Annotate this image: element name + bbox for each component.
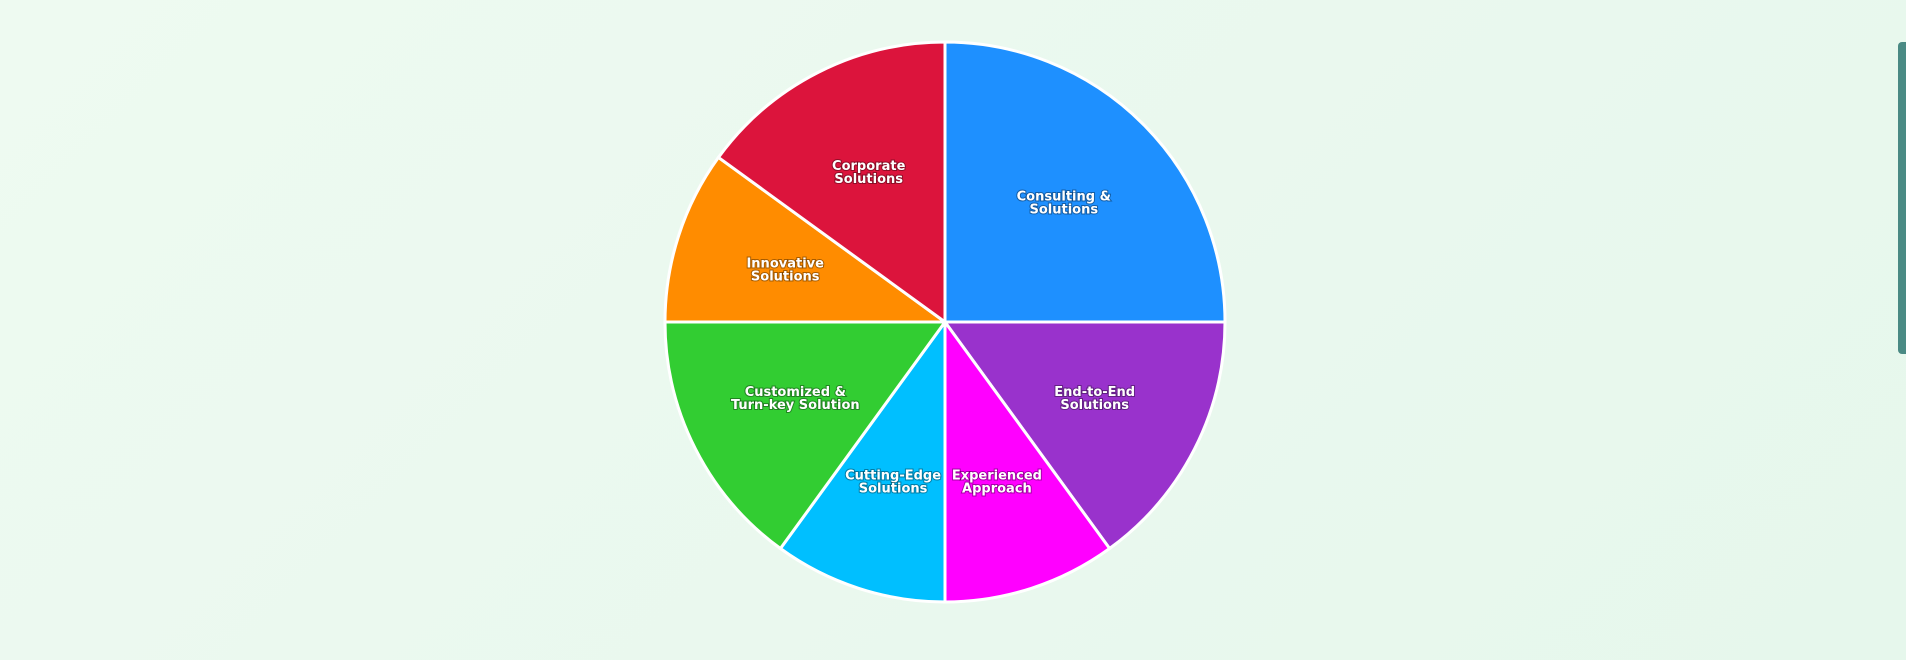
scrollbar-thumb[interactable] (1898, 42, 1906, 354)
pie-slice-label-4: Cutting-Edge Solutions (845, 468, 941, 496)
pie-slice-1 (943, 40, 1227, 324)
pie-slice-label-line: Solutions (1029, 203, 1098, 218)
pie-slice-label-line: Turn-key Solution (731, 398, 860, 413)
pie-chart: Consulting & Solutions End-to-End Solutions… (663, 40, 1227, 604)
pie-slice-label-line: Solutions (751, 270, 820, 285)
pie-slice-label-7: Corporate Solutions (832, 159, 906, 187)
pie-slice-label-1: Consulting & Solutions (1017, 190, 1111, 218)
pie-slice-label-6: Innovative Solutions (746, 257, 824, 285)
pie-slice-label-line: Solutions (1060, 398, 1129, 413)
pie-slice-label-5: Customized & Turn-key Solution (731, 385, 860, 413)
pie-slice-label-line: Solutions (859, 481, 928, 496)
pie-slice-label-2: End-to-End Solutions (1054, 385, 1135, 413)
pie-slice-label-line: Approach (962, 481, 1032, 496)
pie-slice-label-3: Experienced Approach (952, 468, 1042, 496)
pie-slice-label-line: Solutions (834, 172, 903, 187)
